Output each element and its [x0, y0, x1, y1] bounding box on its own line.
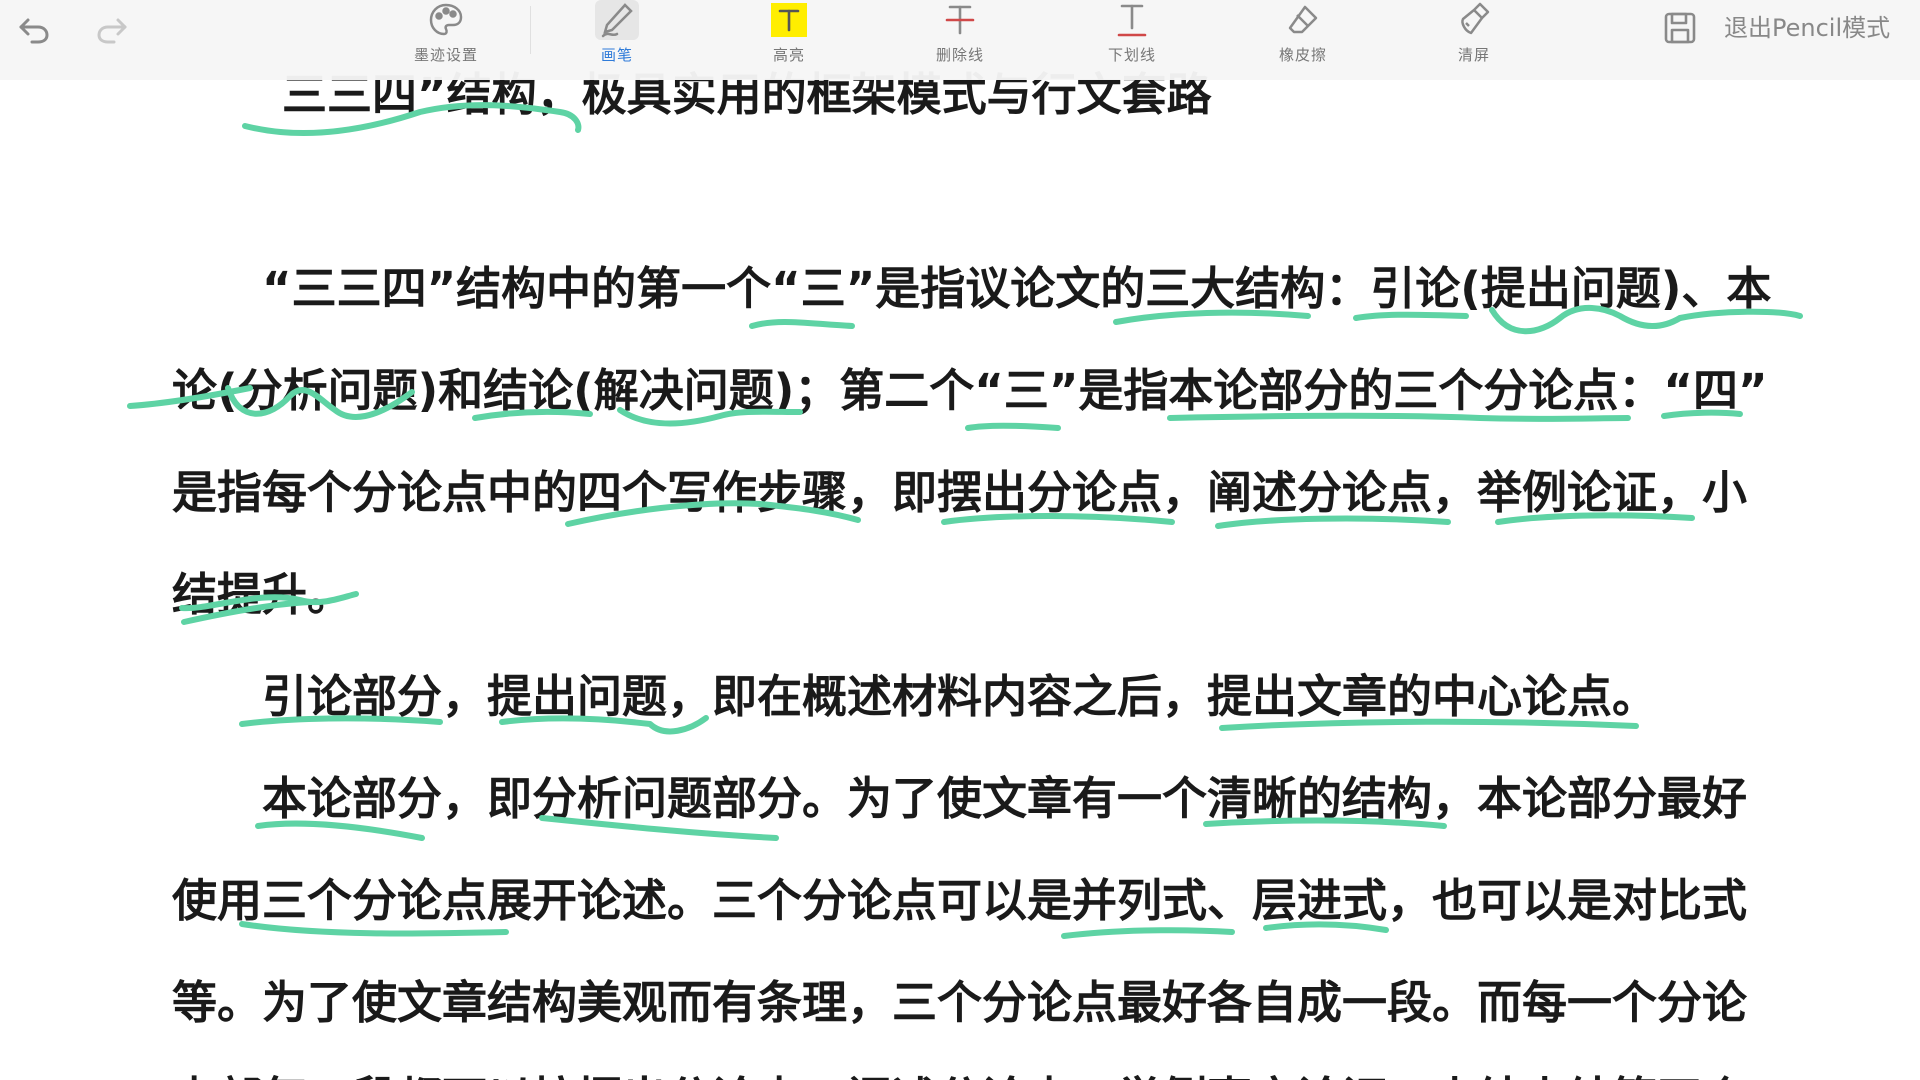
- underline-icon: [1117, 4, 1147, 37]
- tool-label: 高亮: [772, 46, 805, 64]
- paragraph-line-cut: 点部每一段都可以按摆出分论点、阐述分论点、举例事实论证、小结小结等四个: [172, 1062, 1747, 1080]
- palette-icon: [429, 3, 463, 36]
- tool-strikethrough[interactable]: 删除线: [905, 0, 1015, 80]
- paragraph-line: 论(分析问题)和结论(解决问题)；第二个“三”是指本论部分的三个分论点：“四”: [172, 364, 1768, 417]
- tool-eraser[interactable]: 橡皮擦: [1248, 0, 1358, 80]
- strikethrough-icon: [945, 5, 975, 35]
- save-button[interactable]: [1660, 8, 1700, 48]
- paragraph-line: 本论部分，即分析问题部分。为了使文章有一个清晰的结构，本论部分最好: [262, 772, 1748, 825]
- redo-icon: [97, 18, 127, 44]
- undo-icon: [19, 18, 49, 44]
- save-icon: [1664, 12, 1696, 44]
- paragraph-line: 引论部分，提出问题，即在概述材料内容之后，提出文章的中心论点。: [262, 670, 1658, 723]
- eraser-icon: [1288, 5, 1318, 34]
- tool-label: 清屏: [1457, 46, 1490, 64]
- paragraph-line: 是指每个分论点中的四个写作步骤，即摆出分论点，阐述分论点，举例论证，小: [172, 466, 1748, 519]
- highlight-icon: [771, 3, 807, 37]
- exit-pencil-mode-button[interactable]: 退出Pencil模式: [1724, 10, 1890, 46]
- tool-underline[interactable]: 下划线: [1077, 0, 1187, 80]
- document-page: 三三四”结构，极具实用的框架模式与行文套路 “三三四”结构中的第一个“三”是指议…: [0, 0, 1920, 1080]
- paragraph-line: 等。为了使文章结构美观而有条理，三个分论点最好各自成一段。而每一个分论: [172, 976, 1748, 1029]
- tool-label: 画笔: [600, 46, 633, 64]
- paragraph-line: 结提升。: [172, 568, 353, 621]
- tool-clear-screen[interactable]: 清屏: [1419, 0, 1529, 80]
- pen-icon: [601, 3, 633, 38]
- toolbar-divider: [530, 6, 531, 54]
- pencil-toolbar: 墨迹设置 画笔 高亮 删除线 下划线 橡皮擦 清屏 退出Pencil模式: [0, 0, 1920, 80]
- tool-label: 橡皮擦: [1278, 46, 1327, 64]
- tool-label: 下划线: [1107, 46, 1156, 64]
- clear-screen-icon: [1461, 2, 1490, 35]
- pencil-mode-document-view: 三三四”结构，极具实用的框架模式与行文套路 “三三四”结构中的第一个“三”是指议…: [0, 0, 1920, 1080]
- tool-highlight[interactable]: 高亮: [734, 0, 844, 80]
- redo-button[interactable]: [90, 6, 134, 50]
- tool-pen[interactable]: 画笔: [562, 0, 672, 80]
- tool-ink-settings[interactable]: 墨迹设置: [391, 0, 501, 80]
- tool-label: 墨迹设置: [413, 46, 478, 64]
- paragraph-line: “三三四”结构中的第一个“三”是指议论文的三大结构：引论(提出问题)、本: [262, 262, 1772, 315]
- paragraph-line: 使用三个分论点展开论述。三个分论点可以是并列式、层进式，也可以是对比式: [172, 874, 1748, 927]
- tool-label: 删除线: [935, 46, 984, 64]
- undo-button[interactable]: [12, 6, 56, 50]
